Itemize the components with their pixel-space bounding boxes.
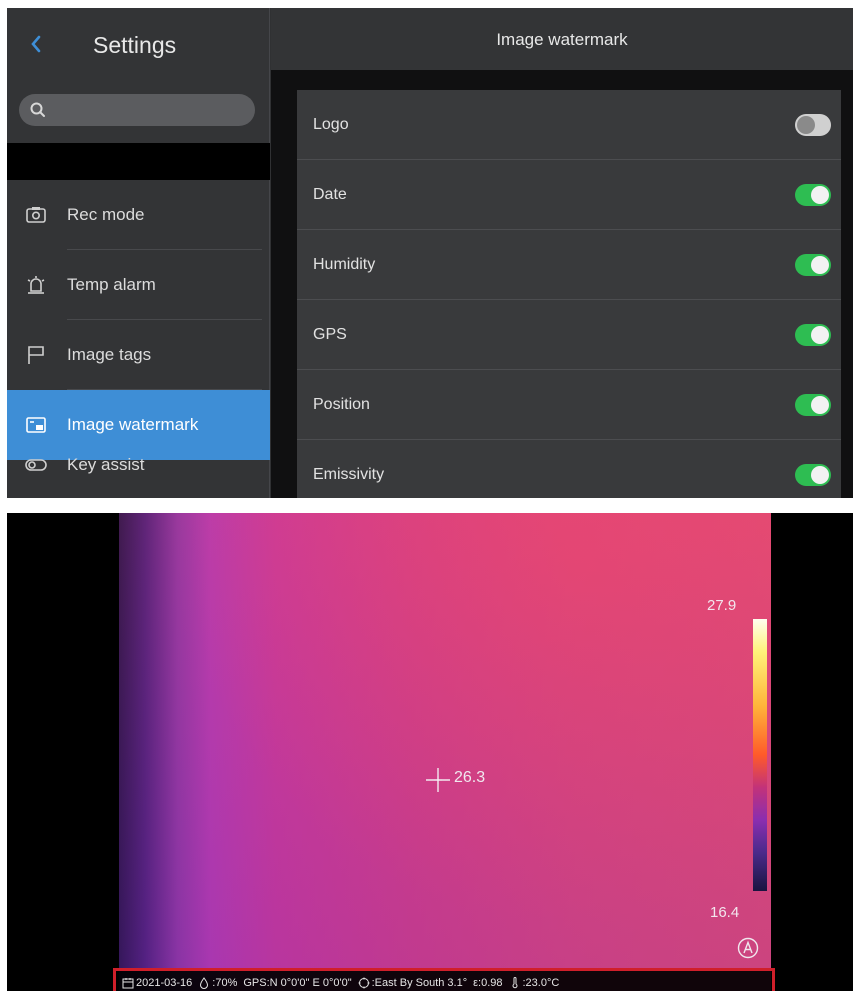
page-title: Settings bbox=[93, 32, 177, 58]
toggle-knob bbox=[811, 326, 829, 344]
scale-min-temperature: 16.4 bbox=[710, 904, 740, 921]
flag-icon bbox=[25, 344, 47, 366]
watermark-humidity: :70% bbox=[198, 977, 237, 989]
sidebar-item-label: Rec mode bbox=[67, 205, 145, 224]
toggle-knob bbox=[811, 396, 829, 414]
content-gap-right bbox=[841, 70, 853, 498]
toggle-label: Date bbox=[313, 186, 347, 203]
sidebar-item-rec-mode[interactable]: Rec mode bbox=[7, 180, 270, 250]
toggle-label: Logo bbox=[313, 116, 349, 133]
humidity-toggle[interactable] bbox=[795, 254, 831, 276]
back-button[interactable] bbox=[25, 30, 47, 58]
toggle-row-date: Date bbox=[297, 160, 841, 230]
gps-value: GPS:N 0°0'0" E 0°0'0" bbox=[243, 976, 352, 989]
content-title: Image watermark bbox=[496, 30, 628, 49]
watermark-info-bar: 2021-03-16 :70% GPS:N 0°0'0" E 0°0'0" :E… bbox=[113, 968, 775, 991]
key-assist-icon bbox=[25, 454, 47, 476]
thermometer-icon bbox=[512, 976, 517, 988]
toggle-knob bbox=[811, 256, 829, 274]
calendar-icon bbox=[122, 977, 134, 988]
watermark-temperature: :23.0°C bbox=[509, 976, 560, 989]
camera-icon bbox=[25, 204, 47, 226]
position-value: :East By South 3.1° bbox=[371, 976, 468, 989]
emissivity-toggle[interactable] bbox=[795, 464, 831, 486]
toggle-row-gps: GPS bbox=[297, 300, 841, 370]
content-gap-left bbox=[271, 70, 297, 498]
emissivity-value: ε:0.98 bbox=[473, 976, 503, 989]
chevron-left-icon bbox=[31, 35, 41, 53]
toggle-label: GPS bbox=[313, 326, 347, 343]
toggle-knob bbox=[811, 466, 829, 484]
thermal-image-view: 26.3 27.9 16.4 2021-03-16 :70% GPS:N 0°0… bbox=[7, 513, 853, 991]
toggle-label: Humidity bbox=[313, 256, 376, 273]
position-toggle[interactable] bbox=[795, 394, 831, 416]
sidebar-item-label: Image tags bbox=[67, 345, 152, 364]
content-gap bbox=[271, 70, 853, 90]
alarm-icon bbox=[25, 274, 47, 296]
humidity-value: :70% bbox=[212, 976, 238, 989]
sidebar-separator bbox=[7, 143, 270, 180]
date-toggle[interactable] bbox=[795, 184, 831, 206]
sidebar-item-label: Key assist bbox=[67, 455, 145, 474]
ambient-temperature-value: :23.0°C bbox=[522, 976, 560, 989]
humidity-drop-icon bbox=[200, 976, 209, 989]
watermark-emissivity: ε:0.98 bbox=[473, 977, 502, 989]
search-icon bbox=[29, 101, 47, 119]
temperature-color-bar bbox=[753, 619, 767, 891]
settings-sidebar: Settings Rec mode Temp alarm Image tags … bbox=[7, 8, 270, 498]
thermal-shading bbox=[119, 513, 771, 991]
watermark-options-list: Logo Date Humidity GPS Position Emissivi… bbox=[297, 90, 841, 498]
sidebar-item-image-tags[interactable]: Image tags bbox=[7, 320, 270, 390]
content-header: Image watermark bbox=[271, 8, 853, 70]
toggle-knob bbox=[811, 186, 829, 204]
sidebar-item-key-assist[interactable]: Key assist bbox=[7, 430, 270, 498]
gps-toggle[interactable] bbox=[795, 324, 831, 346]
settings-screen: Settings Rec mode Temp alarm Image tags … bbox=[7, 8, 853, 498]
compass-icon bbox=[358, 977, 370, 988]
crosshair-icon bbox=[426, 768, 450, 792]
watermark-position: :East By South 3.1° bbox=[358, 976, 468, 989]
auto-a-icon[interactable] bbox=[737, 937, 759, 959]
sidebar-header: Settings bbox=[7, 8, 270, 80]
logo-toggle[interactable] bbox=[795, 114, 831, 136]
toggle-label: Emissivity bbox=[313, 466, 385, 483]
search-input[interactable] bbox=[19, 94, 255, 126]
thermal-image bbox=[119, 513, 771, 991]
toggle-row-logo: Logo bbox=[297, 90, 841, 160]
toggle-knob bbox=[797, 116, 815, 134]
watermark-date: 2021-03-16 bbox=[122, 977, 192, 989]
spot-temperature: 26.3 bbox=[454, 769, 486, 786]
sidebar-item-label: Temp alarm bbox=[67, 275, 156, 294]
toggle-row-emissivity: Emissivity bbox=[297, 440, 841, 498]
sidebar-item-temp-alarm[interactable]: Temp alarm bbox=[7, 250, 270, 320]
toggle-label: Position bbox=[313, 396, 370, 413]
watermark-gps: GPS:N 0°0'0" E 0°0'0" bbox=[243, 977, 351, 989]
date-value: 2021-03-16 bbox=[136, 976, 193, 989]
scale-max-temperature: 27.9 bbox=[707, 597, 737, 614]
toggle-row-position: Position bbox=[297, 370, 841, 440]
toggle-row-humidity: Humidity bbox=[297, 230, 841, 300]
